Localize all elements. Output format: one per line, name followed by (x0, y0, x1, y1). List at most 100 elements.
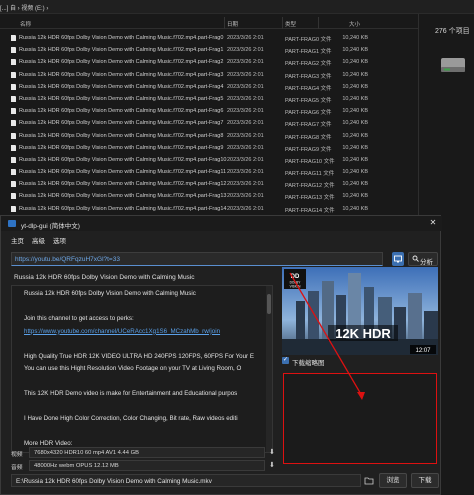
video-title: Russia 12k HDR 60fps Dolby Vision Demo w… (14, 274, 195, 281)
file-date: 2023/3/26 2:01 (227, 193, 264, 200)
file-row[interactable]: Russia 12k HDR 60fps Dolby Vision Demo w… (0, 154, 418, 166)
paste-button[interactable] (392, 252, 404, 266)
description-line (24, 303, 268, 316)
folder-icon[interactable] (364, 475, 374, 486)
description-line (24, 378, 268, 391)
description-text: Russia 12k HDR 60fps Dolby Vision Demo w… (24, 290, 268, 452)
svg-text:DD: DD (291, 274, 300, 280)
file-row[interactable]: Russia 12k HDR 60fps Dolby Vision Demo w… (0, 203, 418, 215)
file-size: 10,240 KB (342, 35, 368, 41)
download-thumbnail-checkbox[interactable]: ✓ (282, 357, 289, 364)
file-size: 10,240 KB (342, 181, 368, 188)
file-date: 2023/3/26 2:01 (227, 205, 264, 212)
column-type-header[interactable]: 类型 (285, 20, 296, 28)
file-row[interactable]: Russia 12k HDR 60fps Dolby Vision Demo w… (0, 56, 418, 68)
thumbnail-duration: 12:07 (415, 348, 431, 354)
tab-advanced[interactable]: 高级 (32, 235, 45, 245)
description-line: This 12K HDR Demo video is make for Ente… (24, 390, 238, 397)
video-thumbnail: DD DOLBY VISION 12K HDR 12:07 (282, 267, 438, 355)
column-divider (282, 17, 283, 29)
file-name: Russia 12k HDR 60fps Dolby Vision Demo w… (19, 181, 227, 188)
app-logo-icon (8, 220, 16, 227)
search-icon (412, 255, 419, 262)
video-format-label: 视频 (11, 452, 23, 458)
output-path-input[interactable]: E:\Russia 12k HDR 60fps Dolby Vision Dem… (11, 474, 361, 487)
download-button[interactable]: 下载 (411, 473, 439, 488)
file-size: 10,240 KB (342, 47, 368, 54)
file-row[interactable]: Russia 12k HDR 60fps Dolby Vision Demo w… (0, 81, 418, 93)
url-input[interactable]: https://youtu.be/QRFqzuH7xGl?t=33 (11, 252, 383, 266)
file-size: 10,240 KB (342, 71, 368, 78)
tab-home[interactable]: 主页 (11, 235, 24, 245)
description-box[interactable]: Russia 12k HDR 60fps Dolby Vision Demo w… (11, 285, 273, 453)
file-date: 2023/3/26 2:01 (227, 35, 264, 41)
file-row[interactable]: Russia 12k HDR 60fps Dolby Vision Demo w… (0, 142, 418, 154)
window-title: yt-dlp-gui (简体中文) (21, 223, 80, 230)
download-thumbnail-label: 下载缩略图 (292, 360, 325, 367)
tab-options[interactable]: 选项 (53, 235, 66, 245)
breadcrumb[interactable]: [...] 自 › 视频 (E:) › (0, 3, 48, 12)
file-date: 2023/3/26 2:01 (227, 47, 264, 54)
file-row[interactable]: Russia 12k HDR 60fps Dolby Vision Demo w… (0, 105, 418, 117)
file-name: Russia 12k HDR 60fps Dolby Vision Demo w… (19, 35, 224, 41)
pane-divider (418, 14, 419, 224)
file-row[interactable]: Russia 12k HDR 60fps Dolby Vision Demo w… (0, 117, 418, 129)
close-button[interactable]: ✕ (428, 218, 438, 228)
thumbnail-badge: 12K HDR (335, 326, 391, 341)
audio-format-label: 音频 (11, 465, 23, 471)
file-date: 2023/3/26 2:01 (227, 120, 264, 127)
file-icon (11, 59, 16, 66)
explorer-address-bar[interactable]: [...] 自 › 视频 (E:) › (0, 0, 474, 14)
file-size: 10,240 KB (342, 144, 368, 151)
file-size: 10,240 KB (342, 108, 368, 115)
file-icon (11, 181, 16, 188)
download-video-icon[interactable]: ⬇ (269, 448, 277, 457)
file-row[interactable]: Russia 12k HDR 60fps Dolby Vision Demo w… (0, 178, 418, 190)
file-name: Russia 12k HDR 60fps Dolby Vision Demo w… (19, 193, 227, 200)
file-name: Russia 12k HDR 60fps Dolby Vision Demo w… (19, 120, 224, 127)
file-name: Russia 12k HDR 60fps Dolby Vision Demo w… (19, 83, 224, 90)
yt-dlp-gui-window: yt-dlp-gui (简体中文) ✕ 主页 高级 选项 https://you… (0, 215, 442, 495)
file-row[interactable]: Russia 12k HDR 60fps Dolby Vision Demo w… (0, 166, 418, 178)
file-icon (11, 205, 16, 212)
file-list: Russia 12k HDR 60fps Dolby Vision Demo w… (0, 32, 418, 227)
description-scrollbar[interactable] (266, 286, 272, 452)
file-date: 2023/3/26 2:01 (227, 108, 264, 115)
description-line[interactable]: https://www.youtube.com/channel/UCeRAcc1… (24, 328, 268, 341)
description-line (24, 428, 268, 441)
description-line: Russia 12k HDR 60fps Dolby Vision Demo w… (24, 290, 196, 297)
audio-format-select[interactable]: 48000Hz webm OPUS 12.12 MB (29, 460, 265, 471)
file-row[interactable]: Russia 12k HDR 60fps Dolby Vision Demo w… (0, 32, 418, 44)
browse-button[interactable]: 浏览 (379, 473, 407, 488)
monitor-icon (394, 255, 402, 263)
highlight-annotation-box (283, 373, 437, 464)
file-icon (11, 193, 16, 200)
file-name: Russia 12k HDR 60fps Dolby Vision Demo w… (19, 108, 224, 115)
file-icon (11, 120, 16, 127)
file-size: 10,240 KB (342, 169, 368, 176)
file-date: 2023/3/26 2:01 (227, 132, 264, 139)
file-size: 10,240 KB (342, 132, 368, 139)
file-icon (11, 35, 16, 41)
file-row[interactable]: Russia 12k HDR 60fps Dolby Vision Demo w… (0, 44, 418, 56)
file-row[interactable]: Russia 12k HDR 60fps Dolby Vision Demo w… (0, 190, 418, 202)
file-size: 10,240 KB (342, 95, 368, 102)
analyze-button[interactable]: 分析 (408, 252, 438, 266)
column-name-header[interactable]: 名称 (20, 20, 31, 28)
column-date-header[interactable]: 日期 (227, 20, 238, 28)
file-name: Russia 12k HDR 60fps Dolby Vision Demo w… (19, 95, 224, 102)
download-audio-icon[interactable]: ⬇ (269, 461, 277, 470)
file-icon (11, 83, 16, 90)
file-row[interactable]: Russia 12k HDR 60fps Dolby Vision Demo w… (0, 69, 418, 81)
file-size: 10,240 KB (342, 120, 368, 127)
svg-text:VISION: VISION (290, 285, 302, 289)
file-icon (11, 95, 16, 102)
column-size-header[interactable]: 大小 (349, 20, 360, 28)
video-format-select[interactable]: 7680x4320 HDR10 60 mp4 AV1 4.44 GB (29, 447, 265, 458)
file-row[interactable]: Russia 12k HDR 60fps Dolby Vision Demo w… (0, 93, 418, 105)
file-name: Russia 12k HDR 60fps Dolby Vision Demo w… (19, 144, 224, 151)
analyze-label: 分析 (420, 259, 433, 266)
file-row[interactable]: Russia 12k HDR 60fps Dolby Vision Demo w… (0, 130, 418, 142)
app-titlebar[interactable]: yt-dlp-gui (简体中文) ✕ (1, 216, 442, 231)
file-name: Russia 12k HDR 60fps Dolby Vision Demo w… (19, 132, 224, 139)
